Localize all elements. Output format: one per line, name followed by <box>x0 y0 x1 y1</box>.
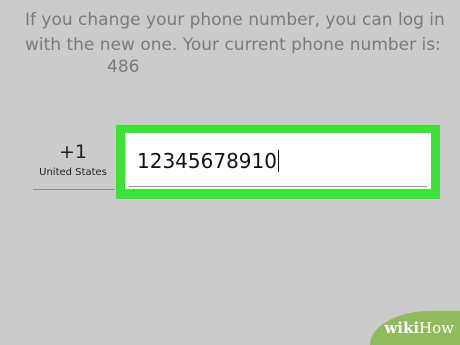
info-line-1: If you change your phone number, you can… <box>25 10 445 30</box>
change-number-screen: If you change your phone number, you can… <box>0 0 460 345</box>
info-line-2: with the new one. Your current phone num… <box>25 35 441 55</box>
phone-field-underline <box>129 186 427 187</box>
country-code-selector[interactable]: +1 United States <box>33 140 113 178</box>
change-number-info: If you change your phone number, you can… <box>25 8 445 58</box>
current-phone-number: 486 <box>107 57 140 77</box>
country-name: United States <box>39 167 107 178</box>
country-underline <box>33 189 115 190</box>
wikihow-watermark: wiki How <box>370 311 460 345</box>
country-code: +1 <box>58 141 87 163</box>
phone-number-value: 12345678910 <box>137 149 277 173</box>
watermark-part2: How <box>419 319 454 337</box>
text-cursor <box>277 150 279 172</box>
phone-number-input[interactable]: 12345678910 <box>125 133 431 189</box>
watermark-part1: wiki <box>384 319 420 337</box>
